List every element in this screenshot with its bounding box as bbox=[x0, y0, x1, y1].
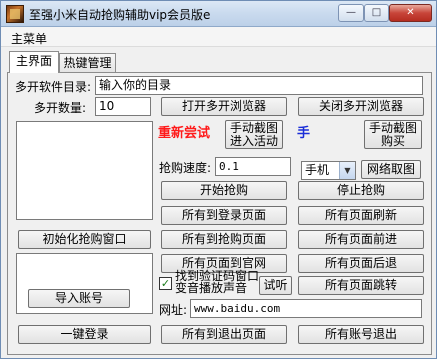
menu-bar: 主菜单 bbox=[1, 27, 436, 47]
device-select-value: 手机 bbox=[305, 163, 330, 177]
all-forward-button[interactable]: 所有页面前进 bbox=[298, 230, 424, 249]
init-window-button[interactable]: 初始化抢购窗口 bbox=[18, 230, 151, 249]
import-account-button[interactable]: 导入账号 bbox=[28, 289, 130, 308]
hand-status-label: 手 bbox=[297, 126, 311, 141]
window-title: 至强小米自动抢购辅助vip会员版e bbox=[29, 8, 211, 22]
captcha-alert-line2: 变音播放声音 bbox=[175, 281, 248, 295]
tab-main[interactable]: 主界面 bbox=[9, 51, 59, 73]
screenshot-enter-line2: 进入活动 bbox=[229, 134, 278, 148]
all-refresh-button[interactable]: 所有页面刷新 bbox=[298, 206, 424, 225]
net-capture-button[interactable]: 网络取图 bbox=[361, 160, 421, 179]
count-input[interactable]: 10 bbox=[95, 97, 151, 116]
minimize-button[interactable]: — bbox=[338, 4, 364, 22]
menu-main[interactable]: 主菜单 bbox=[11, 30, 47, 47]
app-logo-icon bbox=[6, 5, 24, 23]
open-browser-button[interactable]: 打开多开浏览器 bbox=[161, 97, 287, 116]
screenshot-enter-button[interactable]: 手动截图 进入活动 bbox=[225, 120, 283, 149]
retry-status-label: 重新尝试 bbox=[158, 126, 211, 141]
stop-buy-button[interactable]: 停止抢购 bbox=[298, 181, 424, 200]
all-back-button[interactable]: 所有页面后退 bbox=[298, 254, 424, 273]
url-label: 网址: bbox=[159, 303, 188, 317]
dir-label: 多开软件目录: bbox=[15, 80, 92, 94]
screenshot-buy-line2: 购买 bbox=[380, 134, 405, 148]
chevron-down-icon[interactable]: ▼ bbox=[339, 162, 355, 179]
test-listen-button[interactable]: 试听 bbox=[259, 276, 292, 295]
maximize-button[interactable]: □ bbox=[364, 4, 389, 22]
close-button[interactable]: ✕ bbox=[389, 4, 432, 22]
window-listbox[interactable] bbox=[16, 121, 153, 220]
url-input[interactable]: www.baidu.com bbox=[190, 299, 422, 318]
speed-input[interactable]: 0.1 bbox=[215, 157, 291, 176]
all-login-page-button[interactable]: 所有到登录页面 bbox=[161, 206, 287, 225]
device-select[interactable]: 手机 ▼ bbox=[301, 161, 356, 180]
dir-input[interactable]: 输入你的目录 bbox=[95, 76, 423, 95]
all-jump-button[interactable]: 所有页面跳转 bbox=[298, 276, 424, 295]
close-browser-button[interactable]: 关闭多开浏览器 bbox=[298, 97, 424, 116]
screenshot-buy-button[interactable]: 手动截图 购买 bbox=[364, 120, 422, 149]
screenshot-enter-line1: 手动截图 bbox=[229, 121, 278, 135]
speed-label: 抢购速度: bbox=[159, 161, 212, 175]
count-label: 多开数量: bbox=[34, 101, 87, 115]
app-window: 至强小米自动抢购辅助vip会员版e — □ ✕ 主菜单 主界面 热键管理 多开软… bbox=[0, 0, 437, 359]
tab-hotkeys[interactable]: 热键管理 bbox=[59, 53, 116, 72]
start-buy-button[interactable]: 开始抢购 bbox=[161, 181, 287, 200]
all-buy-page-button[interactable]: 所有到抢购页面 bbox=[161, 230, 287, 249]
title-bar[interactable]: 至强小米自动抢购辅助vip会员版e — □ ✕ bbox=[1, 1, 436, 27]
captcha-alert-label: 找到验证码窗口 变音播放声音 bbox=[175, 270, 259, 294]
all-account-logout-button[interactable]: 所有账号退出 bbox=[298, 325, 424, 344]
captcha-alert-checkbox[interactable]: ✓ bbox=[159, 277, 172, 290]
all-logout-page-button[interactable]: 所有到退出页面 bbox=[161, 325, 287, 344]
screenshot-buy-line1: 手动截图 bbox=[368, 121, 417, 135]
one-click-login-button[interactable]: 一键登录 bbox=[18, 325, 151, 344]
